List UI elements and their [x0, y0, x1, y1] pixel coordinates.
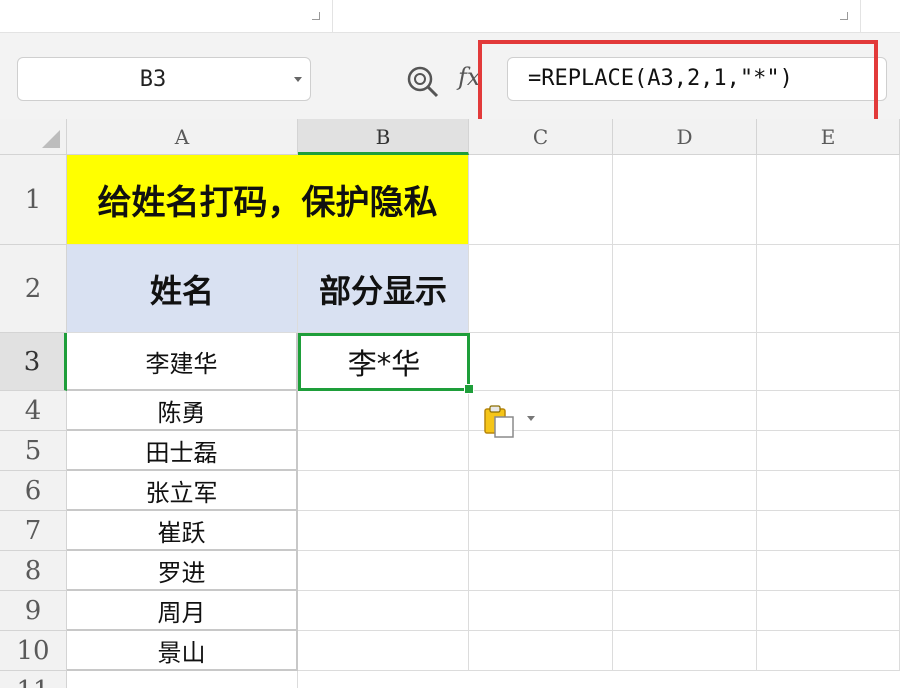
- row-header-7[interactable]: 7: [0, 511, 67, 551]
- cell-e10[interactable]: [757, 631, 900, 671]
- column-header-c[interactable]: C: [469, 119, 613, 155]
- name-cell-a4[interactable]: 陈勇: [67, 391, 298, 431]
- header-cell-b2[interactable]: 部分显示: [298, 245, 469, 333]
- cell-d4[interactable]: [613, 391, 757, 431]
- row-header-4[interactable]: 4: [0, 391, 67, 431]
- cell-b10[interactable]: [298, 631, 469, 671]
- column-header-e[interactable]: E: [757, 119, 900, 155]
- cell-e2[interactable]: [757, 245, 900, 333]
- cell-c7[interactable]: [469, 511, 613, 551]
- cell-b4[interactable]: [298, 391, 469, 431]
- cell-d3[interactable]: [613, 333, 757, 391]
- column-header-a[interactable]: A: [67, 119, 298, 155]
- name-cell-a6[interactable]: 张立军: [67, 471, 298, 511]
- cell-e5[interactable]: [757, 431, 900, 471]
- cell-b5[interactable]: [298, 431, 469, 471]
- cell-c6[interactable]: [469, 471, 613, 511]
- column-header-b[interactable]: B: [298, 119, 469, 155]
- name-cell-a8[interactable]: 罗进: [67, 551, 298, 591]
- cell-c2[interactable]: [469, 245, 613, 333]
- fill-handle[interactable]: [464, 384, 474, 394]
- cell-e4[interactable]: [757, 391, 900, 431]
- row-header-9[interactable]: 9: [0, 591, 67, 631]
- name-cell-a3[interactable]: 李建华: [67, 333, 298, 391]
- select-all-corner[interactable]: [0, 119, 67, 155]
- cell-d7[interactable]: [613, 511, 757, 551]
- cell-b9[interactable]: [298, 591, 469, 631]
- name-cell-a5[interactable]: 田士磊: [67, 431, 298, 471]
- row-header-2[interactable]: 2: [0, 245, 67, 333]
- name-box-value: B3: [139, 67, 167, 92]
- row-header-3[interactable]: 3: [0, 333, 67, 391]
- dropdown-arrow-icon[interactable]: [527, 416, 535, 421]
- name-cell-a10[interactable]: 景山: [67, 631, 298, 671]
- paste-options-icon[interactable]: [482, 403, 518, 439]
- cell-d6[interactable]: [613, 471, 757, 511]
- zoom-icon[interactable]: [406, 65, 440, 99]
- name-box[interactable]: B3: [17, 57, 311, 101]
- select-all-triangle: [42, 130, 60, 148]
- cell-e6[interactable]: [757, 471, 900, 511]
- formula-bar: B3 fx =REPLACE(A3,2,1,"*"): [0, 33, 900, 119]
- group-launcher-icon[interactable]: [312, 12, 320, 20]
- title-cell-a1[interactable]: 给姓名打码，保护隐私: [67, 155, 469, 245]
- cell-d1[interactable]: [613, 155, 757, 245]
- column-header-d[interactable]: D: [613, 119, 757, 155]
- row-header-5[interactable]: 5: [0, 431, 67, 471]
- fx-label[interactable]: fx: [458, 63, 480, 91]
- group-launcher-icon[interactable]: [840, 12, 848, 20]
- cell-b7[interactable]: [298, 511, 469, 551]
- cell-e9[interactable]: [757, 591, 900, 631]
- cell-c9[interactable]: [469, 591, 613, 631]
- cell-e1[interactable]: [757, 155, 900, 245]
- cell-d8[interactable]: [613, 551, 757, 591]
- row-header-11[interactable]: 11: [0, 671, 67, 688]
- cell-a11[interactable]: [67, 671, 298, 688]
- formula-input[interactable]: =REPLACE(A3,2,1,"*"): [507, 57, 887, 101]
- ribbon-area: [0, 0, 900, 33]
- name-cell-a9[interactable]: 周月: [67, 591, 298, 631]
- ribbon-divider: [860, 0, 861, 32]
- cell-c1[interactable]: [469, 155, 613, 245]
- cell-d5[interactable]: [613, 431, 757, 471]
- row-header-1[interactable]: 1: [0, 155, 67, 245]
- cell-b6[interactable]: [298, 471, 469, 511]
- cell-c3[interactable]: [469, 333, 613, 391]
- cell-e7[interactable]: [757, 511, 900, 551]
- cell-b8[interactable]: [298, 551, 469, 591]
- row-header-6[interactable]: 6: [0, 471, 67, 511]
- row-header-10[interactable]: 10: [0, 631, 67, 671]
- cell-e3[interactable]: [757, 333, 900, 391]
- header-cell-a2[interactable]: 姓名: [67, 245, 298, 333]
- name-cell-a7[interactable]: 崔跃: [67, 511, 298, 551]
- cell-c10[interactable]: [469, 631, 613, 671]
- spreadsheet-grid: A B C D E 1 2 3 4 5 6 7 8 9 10 11 给姓名打码，…: [0, 119, 900, 688]
- selected-cell-b3[interactable]: 李*华: [298, 333, 470, 391]
- cell-c8[interactable]: [469, 551, 613, 591]
- cell-d2[interactable]: [613, 245, 757, 333]
- ribbon-divider: [332, 0, 333, 32]
- cell-d9[interactable]: [613, 591, 757, 631]
- cell-e8[interactable]: [757, 551, 900, 591]
- dropdown-arrow-icon[interactable]: [294, 77, 302, 82]
- row-header-8[interactable]: 8: [0, 551, 67, 591]
- cell-d10[interactable]: [613, 631, 757, 671]
